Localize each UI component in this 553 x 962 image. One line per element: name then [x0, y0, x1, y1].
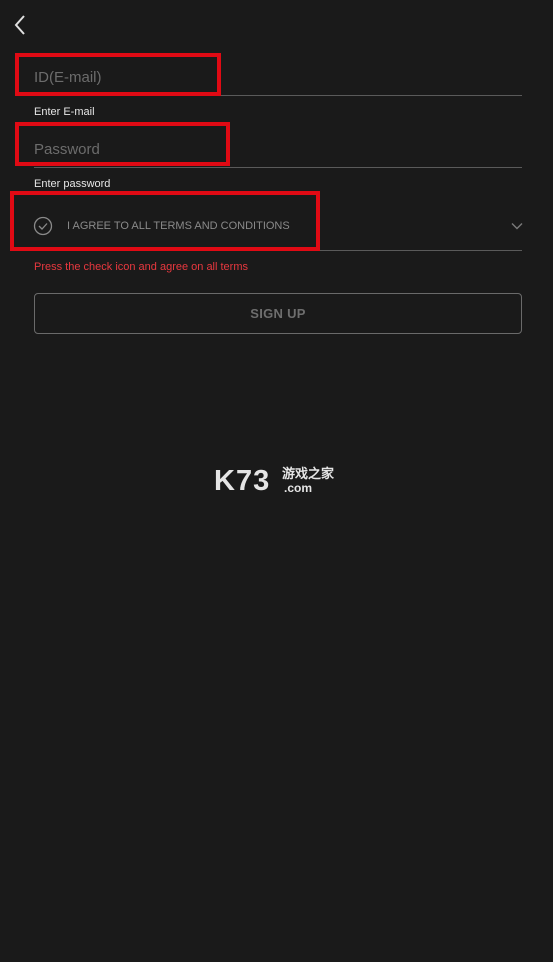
terms-underline: [34, 250, 522, 251]
chevron-down-icon[interactable]: [510, 219, 524, 233]
signup-button[interactable]: SIGN UP: [34, 293, 522, 334]
terms-error-message: Press the check icon and agree on all te…: [34, 261, 249, 273]
watermark-chinese-text: 游戏之家: [282, 466, 335, 481]
email-input[interactable]: [34, 62, 514, 92]
terms-label: I AGREE TO ALL TERMS AND CONDITIONS: [67, 220, 290, 232]
check-circle-icon[interactable]: [33, 216, 53, 236]
password-underline: [34, 167, 522, 168]
terms-agreement-row[interactable]: I AGREE TO ALL TERMS AND CONDITIONS: [30, 206, 524, 246]
k73-watermark-logo: K73 游戏之家 .com: [214, 464, 344, 498]
password-helper-text: Enter password: [34, 178, 111, 190]
watermark-domain: .com: [284, 481, 313, 495]
watermark-brand: K73: [214, 465, 271, 497]
password-input[interactable]: [34, 134, 514, 164]
email-helper-text: Enter E-mail: [34, 106, 95, 118]
email-underline: [34, 95, 522, 96]
back-button[interactable]: [6, 10, 34, 40]
signup-screen: Enter E-mail Enter password I AGREE TO A…: [0, 0, 553, 962]
chevron-left-icon: [14, 15, 25, 35]
